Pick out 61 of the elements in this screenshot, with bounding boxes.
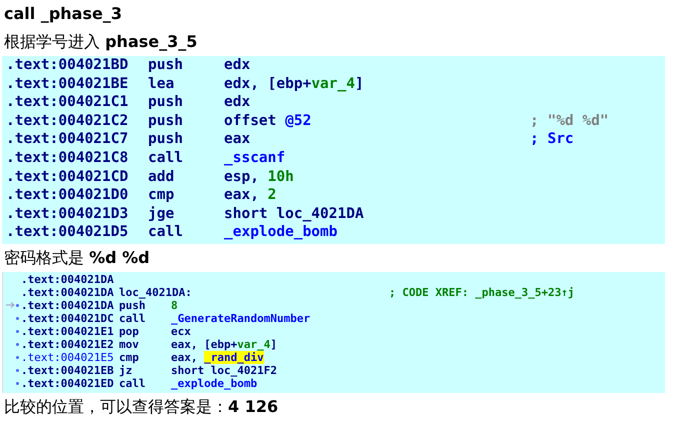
- address-text: .text:004021EB: [21, 364, 114, 377]
- address-text: .text:004021E5: [21, 350, 114, 364]
- mnemonic-text: lea: [148, 74, 174, 94]
- operand-text: _GenerateRandomNumber: [171, 312, 310, 325]
- mnemonic-text: cmp: [148, 186, 174, 205]
- address-text: .text:004021C7: [6, 130, 128, 149]
- mnemonic-text: call: [119, 312, 146, 325]
- heading-text: 比较的位置，可以查得答案是：4 126: [3, 396, 278, 418]
- operand-text: edx: [224, 56, 250, 75]
- operand-text: eax, _rand_div: [171, 350, 264, 364]
- operand-text: short loc_4021F2: [171, 364, 277, 377]
- address-text: .text:004021DA: [21, 272, 114, 286]
- heading-text: 密码格式是 %d %d: [3, 246, 150, 269]
- operand-text: _explode_bomb: [171, 376, 258, 390]
- address-text: .text:004021E1: [21, 324, 114, 338]
- operand-text: _explode_bomb: [224, 223, 338, 242]
- address-text: .text:004021DA: [21, 298, 114, 312]
- label-text: loc_4021DA:: [119, 286, 192, 299]
- operand-text: short loc_4021DA: [224, 204, 364, 224]
- operand-text: eax: [224, 130, 250, 149]
- mnemonic-text: call: [119, 376, 146, 390]
- operand-text: 8: [171, 298, 178, 312]
- mnemonic-text: call: [148, 223, 183, 242]
- operand-text: ecx: [171, 324, 191, 338]
- mnemonic-text: push: [148, 112, 183, 130]
- operand-text: offset @52: [224, 112, 312, 130]
- operand-text: _sscanf: [224, 148, 286, 168]
- mnemonic-text: jge: [148, 204, 174, 224]
- address-text: .text:004021D0: [6, 186, 128, 205]
- address-text: .text:004021D5: [6, 223, 128, 242]
- mnemonic-text: mov: [119, 338, 139, 351]
- mnemonic-text: call: [148, 148, 183, 168]
- address-text: .text:004021C2: [6, 112, 128, 130]
- mnemonic-text: push: [148, 56, 183, 75]
- address-text: .text:004021E2: [21, 338, 114, 351]
- mnemonic-text: push: [119, 298, 146, 312]
- address-text: .text:004021CD: [6, 168, 128, 186]
- address-text: .text:004021ED: [21, 376, 114, 390]
- comment-text: ; CODE XREF: _phase_3_5+23↑j: [389, 286, 574, 299]
- heading-text: call _phase_3: [3, 3, 122, 25]
- operand-text: eax, 2: [224, 186, 276, 205]
- address-text: .text:004021C1: [6, 93, 128, 112]
- mnemonic-text: pop: [119, 324, 139, 338]
- address-text: .text:004021DC: [21, 312, 114, 325]
- mnemonic-text: add: [148, 168, 174, 186]
- address-text: .text:004021BD: [6, 56, 128, 75]
- address-text: .text:004021C8: [6, 148, 128, 168]
- comment-text: ; Src: [530, 130, 574, 149]
- address-text: .text:004021BE: [6, 74, 128, 94]
- address-text: .text:004021D3: [6, 204, 128, 224]
- operand-text: edx: [224, 93, 250, 112]
- comment-text: ; "%d %d": [530, 112, 609, 130]
- operand-text: edx, [ebp+var_4]: [224, 74, 364, 94]
- mnemonic-text: push: [148, 130, 183, 149]
- mnemonic-text: cmp: [119, 350, 139, 364]
- heading-text: 根据学号进入 phase_3_5: [3, 31, 198, 53]
- mnemonic-text: push: [148, 93, 183, 112]
- operand-text: esp, 10h: [224, 168, 294, 186]
- address-text: .text:004021DA: [21, 286, 114, 299]
- operand-text: eax, [ebp+var_4]: [171, 338, 277, 351]
- mnemonic-text: jz: [119, 364, 132, 377]
